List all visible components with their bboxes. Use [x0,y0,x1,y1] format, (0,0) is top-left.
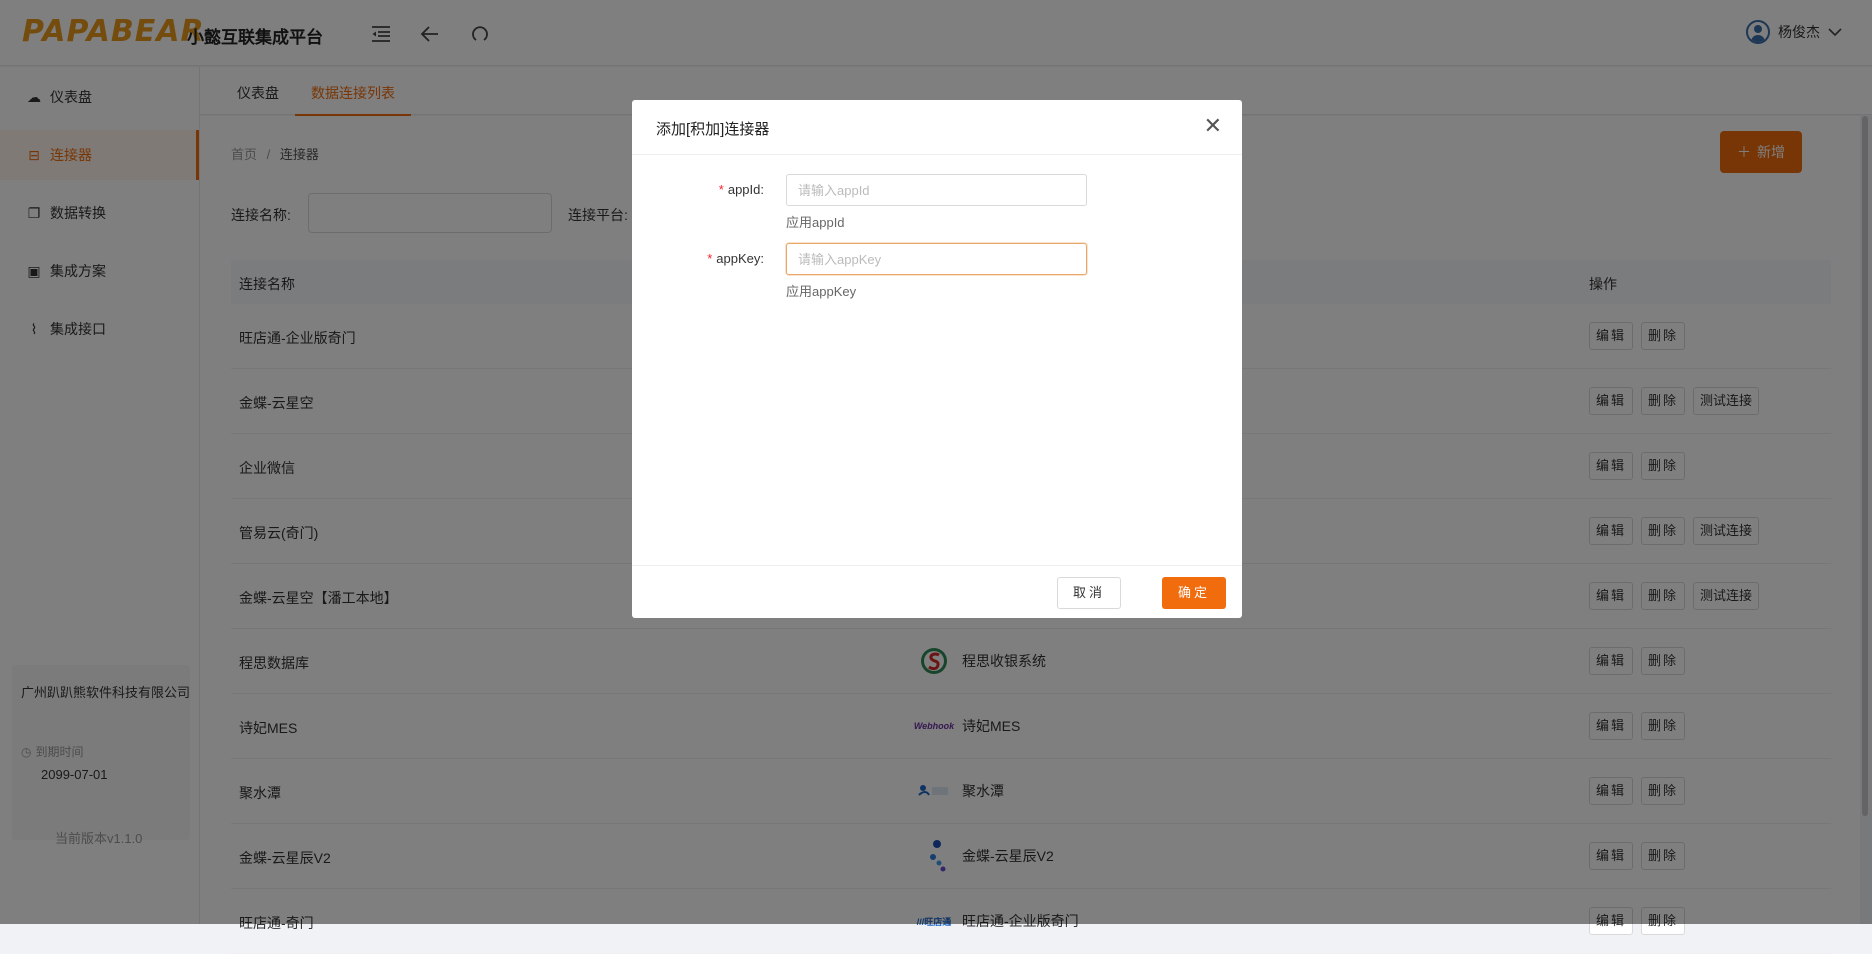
confirm-button[interactable]: 确定 [1162,577,1226,609]
appid-label: * appId: [664,182,764,197]
add-connector-dialog: 添加[积加]连接器 ✕ *appId: 应用appId *appKey: 应用a… [632,100,1242,618]
required-mark: * [707,251,713,266]
appid-input[interactable] [786,174,1087,206]
dialog-header: 添加[积加]连接器 ✕ [632,100,1242,155]
required-mark: * [718,182,724,197]
appkey-input[interactable] [786,243,1087,275]
appkey-label: * appKey: [664,251,764,266]
appkey-help: 应用appKey [786,284,857,299]
appid-label-text: appId: [727,182,764,197]
dialog-title: 添加[积加]连接器 [656,121,770,138]
appkey-label-text: appKey: [716,251,764,266]
dialog-footer: 取消 确定 [632,565,1242,618]
close-icon[interactable]: ✕ [1204,114,1222,138]
appid-help: 应用appId [786,215,845,230]
cancel-button[interactable]: 取消 [1057,577,1121,609]
